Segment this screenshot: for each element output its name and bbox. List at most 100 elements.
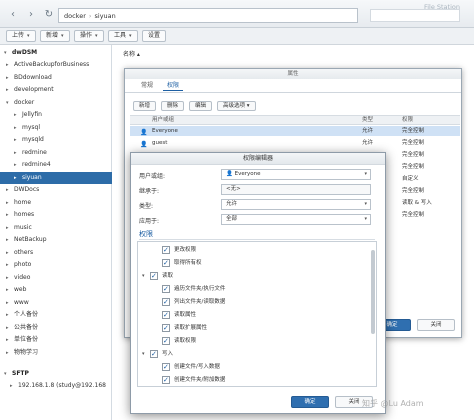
- settings-button[interactable]: 设置: [142, 30, 167, 42]
- chevron-right-icon[interactable]: ▸: [6, 247, 9, 259]
- permission-checkbox[interactable]: [162, 335, 170, 348]
- path-segment-1[interactable]: docker: [64, 12, 86, 20]
- close-button[interactable]: 关闭: [417, 319, 455, 331]
- create-button[interactable]: 新增 ▾: [40, 30, 70, 42]
- chevron-down-icon[interactable]: ▾: [142, 348, 145, 361]
- chevron-right-icon[interactable]: ▸: [14, 134, 17, 146]
- column-user[interactable]: 用户或组: [152, 116, 174, 125]
- tree-item[interactable]: ▸ siyuan: [0, 171, 112, 184]
- forward-icon[interactable]: ›: [24, 8, 38, 22]
- chevron-right-icon[interactable]: ▸: [14, 109, 17, 121]
- chevron-right-icon[interactable]: ▸: [6, 322, 9, 334]
- refresh-icon[interactable]: ↻: [42, 8, 56, 22]
- name-column-header[interactable]: 名称 ▴: [123, 49, 140, 58]
- chevron-down-icon[interactable]: ▾: [142, 270, 145, 283]
- chevron-right-icon[interactable]: ▸: [6, 197, 9, 209]
- permission-checkbox[interactable]: [162, 296, 170, 309]
- permission-item[interactable]: 读取扩展属性: [138, 322, 372, 335]
- scrollbar[interactable]: [371, 250, 375, 334]
- tree-sftp-header[interactable]: ▾ SFTP: [0, 368, 112, 380]
- permission-checkbox[interactable]: [162, 309, 170, 322]
- permission-item[interactable]: 取得所有权: [138, 257, 372, 270]
- tree-item[interactable]: ▸ 公共备份: [0, 322, 112, 334]
- tree-item[interactable]: ▸ NetBackup: [0, 234, 112, 246]
- chevron-right-icon[interactable]: ▸: [14, 159, 17, 171]
- back-icon[interactable]: ‹: [6, 8, 20, 22]
- chevron-right-icon[interactable]: ▸: [6, 222, 9, 234]
- chevron-right-icon[interactable]: ▸: [6, 284, 9, 296]
- tree-item[interactable]: ▸ photo: [0, 259, 112, 271]
- tree-item[interactable]: ▸ mysqld: [0, 134, 112, 146]
- permission-item[interactable]: 创建文件夹/附加数据: [138, 374, 372, 386]
- tree-item[interactable]: ▸ 物物学习: [0, 347, 112, 359]
- chevron-right-icon[interactable]: ▸: [6, 184, 9, 196]
- advanced-options-button[interactable]: 高级选项 ▾: [217, 101, 256, 111]
- chevron-right-icon[interactable]: ▸: [6, 297, 9, 309]
- chevron-down-icon[interactable]: ▾: [4, 368, 7, 380]
- permission-item[interactable]: 读取权限: [138, 335, 372, 348]
- chevron-right-icon[interactable]: ▸: [6, 59, 9, 71]
- chevron-right-icon[interactable]: ▸: [6, 84, 9, 96]
- permission-checkbox[interactable]: [162, 322, 170, 335]
- tree-item[interactable]: ▸ home: [0, 197, 112, 209]
- tree-item[interactable]: ▸ web: [0, 284, 112, 296]
- permission-item[interactable]: ▾ 读取: [138, 270, 372, 283]
- tab-permissions[interactable]: 权限: [163, 81, 184, 91]
- tree-item[interactable]: ▸ video: [0, 272, 112, 284]
- tree-item[interactable]: ▸ redmine: [0, 147, 112, 159]
- tree-sftp-item[interactable]: ▸ 192.168.1.8 (study@192.168: [0, 380, 112, 392]
- tree-item[interactable]: ▸ development: [0, 84, 112, 96]
- tree-item[interactable]: ▸ homes: [0, 209, 112, 221]
- table-row[interactable]: 👤 guest 允许 完全控制: [130, 138, 460, 148]
- action-button[interactable]: 操作 ▾: [74, 30, 104, 42]
- tree-item[interactable]: ▸ 个人备份: [0, 309, 112, 321]
- tree-item[interactable]: ▸ BDdownload: [0, 72, 112, 84]
- column-permission[interactable]: 权限: [402, 116, 413, 125]
- tree-root[interactable]: ▾ dwDSM: [0, 47, 112, 59]
- tree-item[interactable]: ▸ redmine4: [0, 159, 112, 171]
- permission-list[interactable]: 更改权限取得所有权 ▾ 读取遍历文件夹/执行文件列出文件夹/读取数据读取属性读取扩展…: [137, 241, 377, 387]
- tree-item[interactable]: ▸ Jellyfin: [0, 109, 112, 121]
- column-type[interactable]: 类型: [362, 116, 373, 125]
- tree-item[interactable]: ▸ mysql: [0, 122, 112, 134]
- apply-select[interactable]: 全部 ▾: [221, 214, 371, 225]
- chevron-right-icon[interactable]: ▸: [6, 259, 9, 271]
- upload-button[interactable]: 上传 ▾: [6, 30, 36, 42]
- permission-checkbox[interactable]: [162, 374, 170, 386]
- permission-checkbox[interactable]: [162, 244, 170, 257]
- chevron-right-icon[interactable]: ▸: [6, 334, 9, 346]
- permission-checkbox[interactable]: [162, 257, 170, 270]
- search-input[interactable]: [370, 9, 460, 22]
- chevron-right-icon[interactable]: ▸: [6, 209, 9, 221]
- chevron-right-icon[interactable]: ▸: [6, 72, 9, 84]
- add-button[interactable]: 新增: [133, 101, 157, 111]
- chevron-down-icon[interactable]: ▾: [4, 47, 7, 59]
- tree-item[interactable]: ▸ 单位备份: [0, 334, 112, 346]
- permission-checkbox[interactable]: [162, 361, 170, 374]
- permission-item[interactable]: 创建文件/写入数据: [138, 361, 372, 374]
- permission-checkbox[interactable]: [162, 283, 170, 296]
- chevron-right-icon[interactable]: ▸: [6, 272, 9, 284]
- permission-checkbox[interactable]: [150, 348, 158, 361]
- delete-button[interactable]: 删除: [161, 101, 185, 111]
- tree-item[interactable]: ▸ DWDocs: [0, 184, 112, 196]
- tree-item[interactable]: ▸ others: [0, 247, 112, 259]
- chevron-right-icon[interactable]: ▸: [14, 122, 17, 134]
- edit-button[interactable]: 编辑: [189, 101, 213, 111]
- user-select[interactable]: 👤 Everyone ▾: [221, 169, 371, 180]
- permission-item[interactable]: 遍历文件夹/执行文件: [138, 283, 372, 296]
- ok-button[interactable]: 确定: [291, 396, 329, 408]
- tab-general[interactable]: 常规: [137, 81, 157, 91]
- tree-item[interactable]: ▾ docker: [0, 97, 112, 109]
- table-row[interactable]: 👤 Everyone 允许 完全控制: [130, 126, 460, 136]
- permission-item[interactable]: 列出文件夹/读取数据: [138, 296, 372, 309]
- chevron-down-icon[interactable]: ▾: [6, 97, 9, 109]
- path-segment-2[interactable]: siyuan: [95, 12, 116, 20]
- chevron-right-icon[interactable]: ▸: [10, 380, 13, 392]
- chevron-right-icon[interactable]: ▸: [6, 234, 9, 246]
- permission-checkbox[interactable]: [150, 270, 158, 283]
- tree-item[interactable]: ▸ music: [0, 222, 112, 234]
- permission-item[interactable]: 读取属性: [138, 309, 372, 322]
- permission-item[interactable]: ▾ 写入: [138, 348, 372, 361]
- chevron-right-icon[interactable]: ▸: [6, 309, 9, 321]
